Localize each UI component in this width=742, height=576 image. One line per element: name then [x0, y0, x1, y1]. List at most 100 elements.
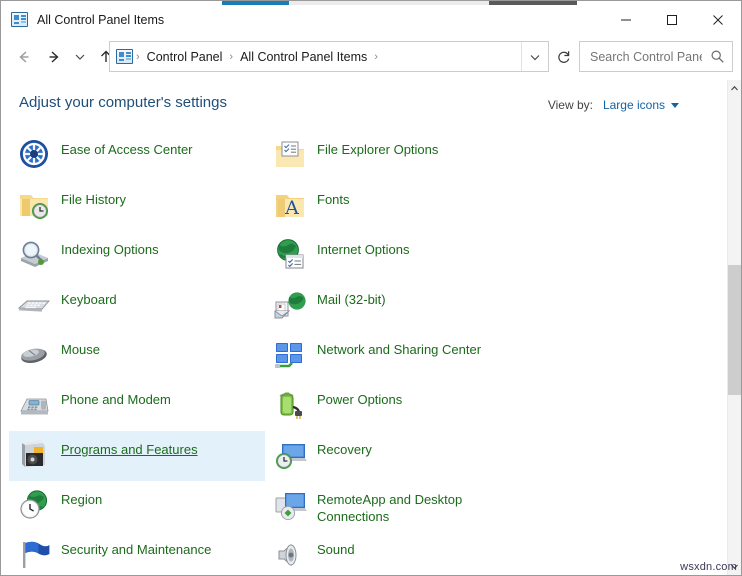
control-panel-item[interactable]: Network and Sharing Center: [265, 331, 728, 381]
chevron-up-icon: [730, 84, 739, 93]
page-title: Adjust your computer's settings: [19, 94, 227, 111]
control-panel-item[interactable]: Programs and Features: [9, 431, 265, 481]
control-panel-item[interactable]: A Fonts: [265, 181, 728, 231]
address-dropdown-button[interactable]: [521, 42, 548, 71]
programs-and-features-icon: [17, 437, 51, 471]
control-panel-item[interactable]: Recovery: [265, 431, 728, 481]
control-panel-window: All Control Panel Items: [0, 0, 742, 576]
control-panel-item-label[interactable]: Recovery: [317, 441, 372, 458]
control-panel-item[interactable]: RemoteApp and Desktop Connections: [265, 481, 728, 531]
control-panel-item-label[interactable]: Sound: [317, 541, 355, 558]
control-panel-item[interactable]: Ease of Access Center: [9, 131, 265, 181]
items-grid: Ease of Access Center File Explorer Opti…: [1, 125, 728, 576]
control-panel-item-label[interactable]: Fonts: [317, 191, 350, 208]
file-explorer-options-icon: [273, 137, 307, 171]
breadcrumb-control-panel-icon: [116, 49, 133, 64]
control-panel-item[interactable]: Power Options: [265, 381, 728, 431]
power-options-icon: [273, 387, 307, 421]
control-panel-item-label[interactable]: Phone and Modem: [61, 391, 171, 408]
breadcrumb-separator: ›: [371, 51, 381, 63]
remoteapp-and-desktop-connections-icon: [273, 487, 307, 521]
watermark: wsxdn.com: [680, 561, 737, 573]
control-panel-item-label[interactable]: RemoteApp and Desktop Connections: [317, 491, 512, 525]
vertical-scrollbar[interactable]: [727, 80, 741, 575]
control-panel-item-label[interactable]: Network and Sharing Center: [317, 341, 481, 358]
mail-icon: [273, 287, 307, 321]
control-panel-item-label[interactable]: Power Options: [317, 391, 402, 408]
address-bar[interactable]: › Control Panel › All Control Panel Item…: [109, 41, 549, 72]
breadcrumb-separator: ›: [226, 51, 236, 63]
svg-text:A: A: [284, 197, 299, 219]
control-panel-item[interactable]: Region: [9, 481, 265, 531]
control-panel-item[interactable]: Security and Maintenance: [9, 531, 265, 576]
control-panel-item-label[interactable]: Keyboard: [61, 291, 117, 308]
sound-icon: [273, 537, 307, 571]
internet-options-icon: [273, 237, 307, 271]
control-panel-item[interactable]: Keyboard: [9, 281, 265, 331]
control-panel-item[interactable]: Indexing Options: [9, 231, 265, 281]
control-panel-items-list: Ease of Access Center File Explorer Opti…: [1, 125, 728, 576]
control-panel-item-label[interactable]: Security and Maintenance: [61, 541, 211, 558]
maximize-button[interactable]: [649, 5, 695, 34]
refresh-icon: [556, 49, 572, 65]
minimize-button[interactable]: [603, 5, 649, 34]
view-by-control: View by: Large icons: [548, 98, 679, 112]
phone-and-modem-icon: [17, 387, 51, 421]
control-panel-item-label[interactable]: File History: [61, 191, 126, 208]
recent-locations-button[interactable]: [69, 42, 91, 72]
ease-of-access-icon: [17, 137, 51, 171]
arrow-left-icon: [15, 48, 33, 66]
fonts-icon: A: [273, 187, 307, 221]
control-panel-item-label[interactable]: Mail (32-bit): [317, 291, 386, 308]
scrollbar-thumb[interactable]: [728, 265, 741, 395]
breadcrumb-separator: ›: [133, 51, 143, 63]
control-panel-item-label[interactable]: Programs and Features: [61, 441, 198, 458]
control-panel-icon: [11, 12, 29, 28]
keyboard-icon: [17, 287, 51, 321]
chevron-down-icon: [529, 51, 541, 63]
title-bar[interactable]: All Control Panel Items: [1, 5, 741, 34]
control-panel-item-label[interactable]: Indexing Options: [61, 241, 159, 258]
search-input[interactable]: [588, 49, 704, 65]
search-box[interactable]: [579, 41, 733, 72]
back-button[interactable]: [9, 42, 39, 72]
control-panel-item[interactable]: File History: [9, 181, 265, 231]
arrow-right-icon: [45, 48, 63, 66]
control-panel-item[interactable]: Mail (32-bit): [265, 281, 728, 331]
network-and-sharing-center-icon: [273, 337, 307, 371]
breadcrumb-item-all-control-panel-items[interactable]: All Control Panel Items: [236, 48, 371, 66]
control-panel-item[interactable]: Phone and Modem: [9, 381, 265, 431]
content-pane: Adjust your computer's settings View by:…: [1, 80, 741, 576]
control-panel-item-label[interactable]: Internet Options: [317, 241, 410, 258]
breadcrumb-item-control-panel[interactable]: Control Panel: [143, 48, 227, 66]
view-by-label: View by:: [548, 98, 593, 112]
security-and-maintenance-icon: [17, 537, 51, 571]
control-panel-item-label[interactable]: Region: [61, 491, 102, 508]
control-panel-item-label[interactable]: Ease of Access Center: [61, 141, 193, 158]
file-history-icon: [17, 187, 51, 221]
window-title: All Control Panel Items: [37, 13, 164, 27]
window-controls: [603, 5, 741, 34]
control-panel-item[interactable]: Sound: [265, 531, 728, 576]
scroll-up-button[interactable]: [728, 80, 741, 97]
control-panel-item[interactable]: Internet Options: [265, 231, 728, 281]
address-bar-row: › Control Panel › All Control Panel Item…: [1, 34, 741, 80]
close-icon: [712, 14, 724, 26]
recovery-icon: [273, 437, 307, 471]
chevron-down-icon: [74, 51, 86, 63]
control-panel-item-label[interactable]: Mouse: [61, 341, 100, 358]
close-button[interactable]: [695, 5, 741, 34]
magnifier-icon: [710, 49, 725, 64]
view-by-value[interactable]: Large icons: [603, 98, 665, 112]
control-panel-item[interactable]: File Explorer Options: [265, 131, 728, 181]
maximize-icon: [666, 14, 678, 26]
forward-button[interactable]: [39, 42, 69, 72]
region-icon: [17, 487, 51, 521]
control-panel-item-label[interactable]: File Explorer Options: [317, 141, 438, 158]
search-icon[interactable]: [704, 42, 730, 71]
chevron-down-icon[interactable]: [671, 103, 679, 108]
refresh-button[interactable]: [549, 41, 579, 72]
mouse-icon: [17, 337, 51, 371]
control-panel-item[interactable]: Mouse: [9, 331, 265, 381]
minimize-icon: [620, 14, 632, 26]
